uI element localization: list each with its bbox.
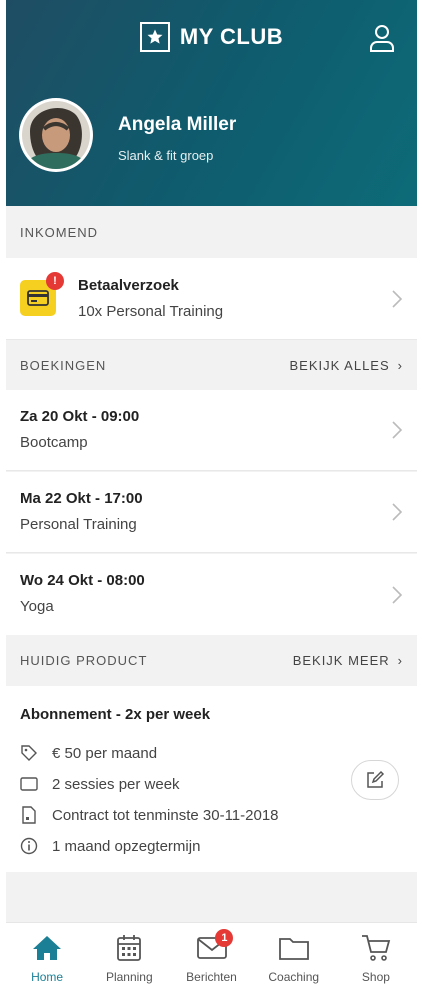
section-title-bookings: BOEKINGEN [20, 357, 107, 373]
product-feature: 1 maand opzegtermijn [20, 837, 200, 855]
section-title-product: HUIDIG PRODUCT [20, 652, 148, 668]
section-title-incoming: INKOMEND [20, 224, 99, 240]
credit-card-icon: ! [20, 272, 64, 316]
chevron-right-icon [392, 421, 403, 439]
calendar-icon [113, 933, 145, 963]
view-all-bookings-link[interactable]: BEKIJK ALLES › [289, 358, 403, 373]
nav-item-berichten[interactable]: 1 Berichten [170, 923, 252, 998]
profile-group: Slank & fit groep [118, 148, 214, 163]
nav-label-coaching: Coaching [268, 970, 320, 984]
view-all-label: BEKIJK ALLES [289, 357, 390, 373]
profile-name: Angela Miller [118, 114, 237, 135]
app-screen: MY CLUB Angela Miller Slank & fit groep [6, 0, 417, 998]
payment-request-item[interactable]: ! Betaalverzoek 10x Personal Training [6, 258, 417, 340]
booking-item[interactable]: Za 20 Okt - 09:00 Bootcamp [6, 390, 417, 471]
nav-item-planning[interactable]: Planning [88, 923, 170, 998]
bottom-nav: Home Planning 1 Berichten Coaching Shop [6, 922, 417, 998]
nav-item-shop[interactable]: Shop [335, 923, 417, 998]
alert-badge: ! [46, 272, 64, 290]
nav-label-home: Home [31, 970, 64, 984]
booking-item[interactable]: Ma 22 Okt - 17:00 Personal Training [6, 472, 417, 553]
nav-label-planning: Planning [105, 970, 153, 984]
chevron-right-icon [392, 503, 403, 521]
price-tag-icon [20, 744, 38, 762]
booking-activity: Personal Training [20, 516, 137, 533]
payment-title: Betaalverzoek [78, 277, 179, 294]
booking-date: Wo 24 Okt - 08:00 [20, 572, 145, 589]
brand-title: MY CLUB [179, 24, 284, 49]
chevron-right-icon [392, 585, 403, 604]
product-feature: € 50 per maand [20, 744, 157, 762]
booking-date: Za 20 Okt - 09:00 [20, 408, 140, 425]
feature-price: € 50 per maand [52, 744, 158, 762]
nav-label-shop: Shop [361, 970, 390, 984]
profile-header: MY CLUB Angela Miller Slank & fit groep [6, 0, 417, 206]
nav-label-berichten: Berichten [186, 970, 237, 984]
view-more-product-link[interactable]: BEKIJK MEER › [293, 653, 403, 668]
product-feature: 2 sessies per week [20, 775, 180, 793]
folder-icon [278, 933, 310, 963]
info-icon [20, 837, 38, 855]
user-account-icon[interactable] [369, 24, 395, 52]
booking-activity: Yoga [20, 598, 54, 615]
contract-icon [20, 806, 38, 824]
edit-button[interactable] [351, 760, 399, 800]
avatar[interactable] [19, 98, 93, 172]
nav-item-home[interactable]: Home [6, 923, 88, 998]
ticket-icon [20, 775, 38, 793]
brand: MY CLUB [6, 22, 417, 52]
view-more-label: BEKIJK MEER [292, 652, 390, 668]
booking-activity: Bootcamp [20, 434, 88, 451]
nav-item-coaching[interactable]: Coaching [253, 923, 335, 998]
edit-icon [367, 770, 385, 788]
chevron-right-icon: › [397, 357, 403, 373]
product-title: Abonnement - 2x per week [20, 706, 211, 723]
current-product-card: Abonnement - 2x per week € 50 per maand … [6, 686, 417, 872]
star-logo-icon [139, 22, 170, 52]
home-icon [31, 933, 63, 963]
cart-icon [360, 933, 392, 963]
section-header-incoming: INKOMEND [6, 208, 417, 256]
chevron-right-icon: › [397, 652, 403, 668]
feature-sessions: 2 sessies per week [52, 775, 180, 793]
section-header-bookings: BOEKINGEN BEKIJK ALLES › [6, 341, 417, 389]
product-feature: Contract tot tenminste 30-11-2018 [20, 806, 279, 824]
booking-item[interactable]: Wo 24 Okt - 08:00 Yoga [6, 554, 417, 635]
section-header-product: HUIDIG PRODUCT BEKIJK MEER › [6, 636, 417, 684]
payment-subtitle: 10x Personal Training [78, 303, 224, 320]
feature-contract: Contract tot tenminste 30-11-2018 [52, 806, 279, 824]
chevron-right-icon [392, 289, 403, 308]
feature-notice: 1 maand opzegtermijn [52, 837, 201, 855]
booking-date: Ma 22 Okt - 17:00 [20, 490, 143, 507]
notification-badge: 1 [215, 929, 234, 947]
